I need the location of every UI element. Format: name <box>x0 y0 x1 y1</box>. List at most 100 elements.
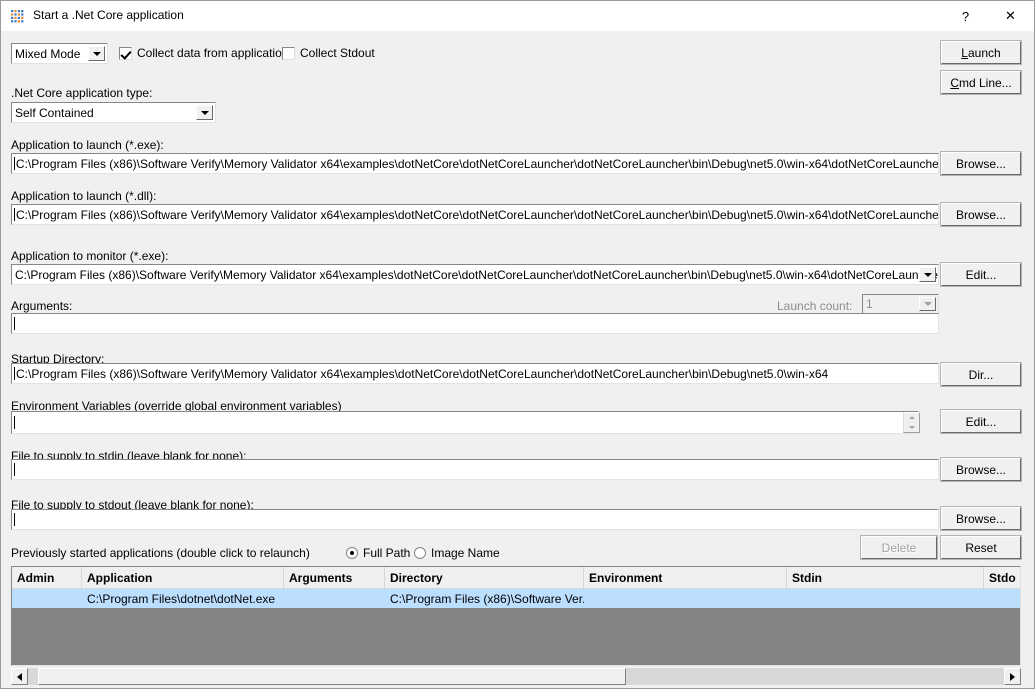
table-cell-application: C:\Program Files\dotnet\dotNet.exe <box>82 589 284 608</box>
window-title: Start a .Net Core application <box>33 8 184 22</box>
collect-data-checkbox[interactable]: Collect data from application <box>119 46 288 60</box>
collect-stdout-label: Collect Stdout <box>300 46 375 60</box>
spinner-down-icon <box>904 423 919 433</box>
checkbox-box[interactable] <box>119 47 132 60</box>
prev-apps-list[interactable]: AdminApplicationArgumentsDirectoryEnviro… <box>11 566 1021 666</box>
stdout-browse-label: Browse... <box>956 512 1006 526</box>
arguments-input[interactable] <box>11 313 939 334</box>
list-column-header[interactable]: Admin <box>12 567 82 588</box>
table-cell-stdout <box>984 589 1021 608</box>
radio-image-name-label: Image Name <box>431 546 500 560</box>
stdout-input[interactable] <box>11 509 939 530</box>
env-vars-spinner <box>903 412 920 433</box>
startup-dir-value: C:\Program Files (x86)\Software Verify\M… <box>16 367 828 381</box>
arguments-label: Arguments: <box>11 299 72 313</box>
table-cell-environment <box>584 589 787 608</box>
dll-input[interactable]: C:\Program Files (x86)\Software Verify\M… <box>11 204 939 225</box>
list-column-header[interactable]: Arguments <box>284 567 385 588</box>
app-type-value: Self Contained <box>15 106 94 120</box>
chevron-down-icon <box>919 297 936 311</box>
list-header: AdminApplicationArgumentsDirectoryEnviro… <box>12 567 1020 589</box>
delete-button-label: Delete <box>882 541 917 555</box>
radio-full-path[interactable]: Full Path <box>346 546 410 560</box>
scroll-thumb[interactable] <box>38 668 626 685</box>
cmd-line-button[interactable]: Cmd Line... <box>941 71 1021 94</box>
cmd-line-button-label: md Line... <box>959 76 1012 90</box>
text-caret <box>14 463 15 476</box>
mode-combo[interactable]: Mixed Mode <box>11 43 108 64</box>
spinner-up-icon <box>904 413 919 423</box>
checkbox-box[interactable] <box>282 47 295 60</box>
exe-input[interactable]: C:\Program Files (x86)\Software Verify\M… <box>11 153 939 174</box>
startup-dir-button-label: Dir... <box>969 368 994 382</box>
list-horizontal-scrollbar[interactable] <box>11 668 1021 685</box>
monitor-label: Application to monitor (*.exe): <box>11 249 168 263</box>
list-column-header[interactable]: Application <box>82 567 284 588</box>
help-button[interactable]: ? <box>943 1 988 31</box>
startup-dir-input[interactable]: C:\Program Files (x86)\Software Verify\M… <box>11 363 939 384</box>
chevron-down-icon[interactable] <box>196 105 213 120</box>
table-cell-admin <box>12 589 82 608</box>
scroll-left-button[interactable] <box>11 668 28 685</box>
radio-full-path-label: Full Path <box>363 546 410 560</box>
exe-browse-button[interactable]: Browse... <box>941 152 1021 175</box>
launch-button[interactable]: Launch <box>941 41 1021 64</box>
env-vars-input[interactable] <box>11 411 919 434</box>
prev-apps-label: Previously started applications (double … <box>11 546 310 560</box>
app-type-combo[interactable]: Self Contained <box>11 102 216 123</box>
stdin-browse-button[interactable]: Browse... <box>941 458 1021 481</box>
monitor-edit-button[interactable]: Edit... <box>941 263 1021 286</box>
collect-stdout-checkbox[interactable]: Collect Stdout <box>282 46 375 60</box>
dll-browse-button[interactable]: Browse... <box>941 203 1021 226</box>
dll-label: Application to launch (*.dll): <box>11 189 156 203</box>
exe-browse-label: Browse... <box>956 157 1006 171</box>
env-vars-edit-button[interactable]: Edit... <box>941 410 1021 433</box>
grid-dots-icon <box>10 9 26 25</box>
chevron-down-icon[interactable] <box>919 267 936 282</box>
launch-count-label: Launch count: <box>777 299 852 313</box>
table-row[interactable]: C:\Program Files\dotnet\dotNet.exe C:\Pro… <box>12 589 1020 608</box>
exe-label: Application to launch (*.exe): <box>11 138 164 152</box>
stdin-browse-label: Browse... <box>956 463 1006 477</box>
mode-combo-value: Mixed Mode <box>15 47 80 61</box>
scroll-track[interactable] <box>28 668 1004 685</box>
delete-button: Delete <box>861 536 937 559</box>
list-column-header[interactable]: Directory <box>385 567 584 588</box>
text-caret <box>14 208 15 221</box>
reset-button[interactable]: Reset <box>941 536 1021 559</box>
app-type-label: .Net Core application type: <box>11 86 152 100</box>
cmd-line-button-accel: C <box>950 76 959 90</box>
launch-button-label: aunch <box>968 46 1001 60</box>
chevron-down-icon[interactable] <box>88 46 105 61</box>
list-column-header[interactable]: Stdo <box>984 567 1021 588</box>
radio-image-name[interactable]: Image Name <box>414 546 500 560</box>
startup-dir-button[interactable]: Dir... <box>941 363 1021 386</box>
stdout-browse-button[interactable]: Browse... <box>941 507 1021 530</box>
table-cell-arguments <box>284 589 385 608</box>
monitor-edit-label: Edit... <box>966 268 997 282</box>
text-caret <box>14 157 15 170</box>
text-caret <box>14 416 15 429</box>
list-column-header[interactable]: Stdin <box>787 567 984 588</box>
radio-box[interactable] <box>414 547 426 559</box>
stdin-input[interactable] <box>11 459 939 480</box>
close-button[interactable]: ✕ <box>988 1 1033 31</box>
collect-data-label: Collect data from application <box>137 46 288 60</box>
dll-value: C:\Program Files (x86)\Software Verify\M… <box>16 208 938 222</box>
scroll-right-button[interactable] <box>1004 668 1021 685</box>
dialog-body: Mixed Mode Collect data from application… <box>1 32 1034 688</box>
env-vars-edit-label: Edit... <box>966 415 997 429</box>
dll-browse-label: Browse... <box>956 208 1006 222</box>
list-column-header[interactable]: Environment <box>584 567 787 588</box>
monitor-value: C:\Program Files (x86)\Software Verify\M… <box>15 268 938 282</box>
text-caret <box>14 513 15 526</box>
dialog-window: Start a .Net Core application ? ✕ Mixed … <box>0 0 1035 689</box>
exe-value: C:\Program Files (x86)\Software Verify\M… <box>16 157 938 171</box>
text-caret <box>14 367 15 380</box>
table-cell-directory: C:\Program Files (x86)\Software Ver... <box>385 589 584 608</box>
text-caret <box>14 317 15 330</box>
table-cell-stdin <box>787 589 984 608</box>
radio-box[interactable] <box>346 547 358 559</box>
monitor-combo[interactable]: C:\Program Files (x86)\Software Verify\M… <box>11 264 939 285</box>
launch-button-accel: L <box>961 46 968 60</box>
